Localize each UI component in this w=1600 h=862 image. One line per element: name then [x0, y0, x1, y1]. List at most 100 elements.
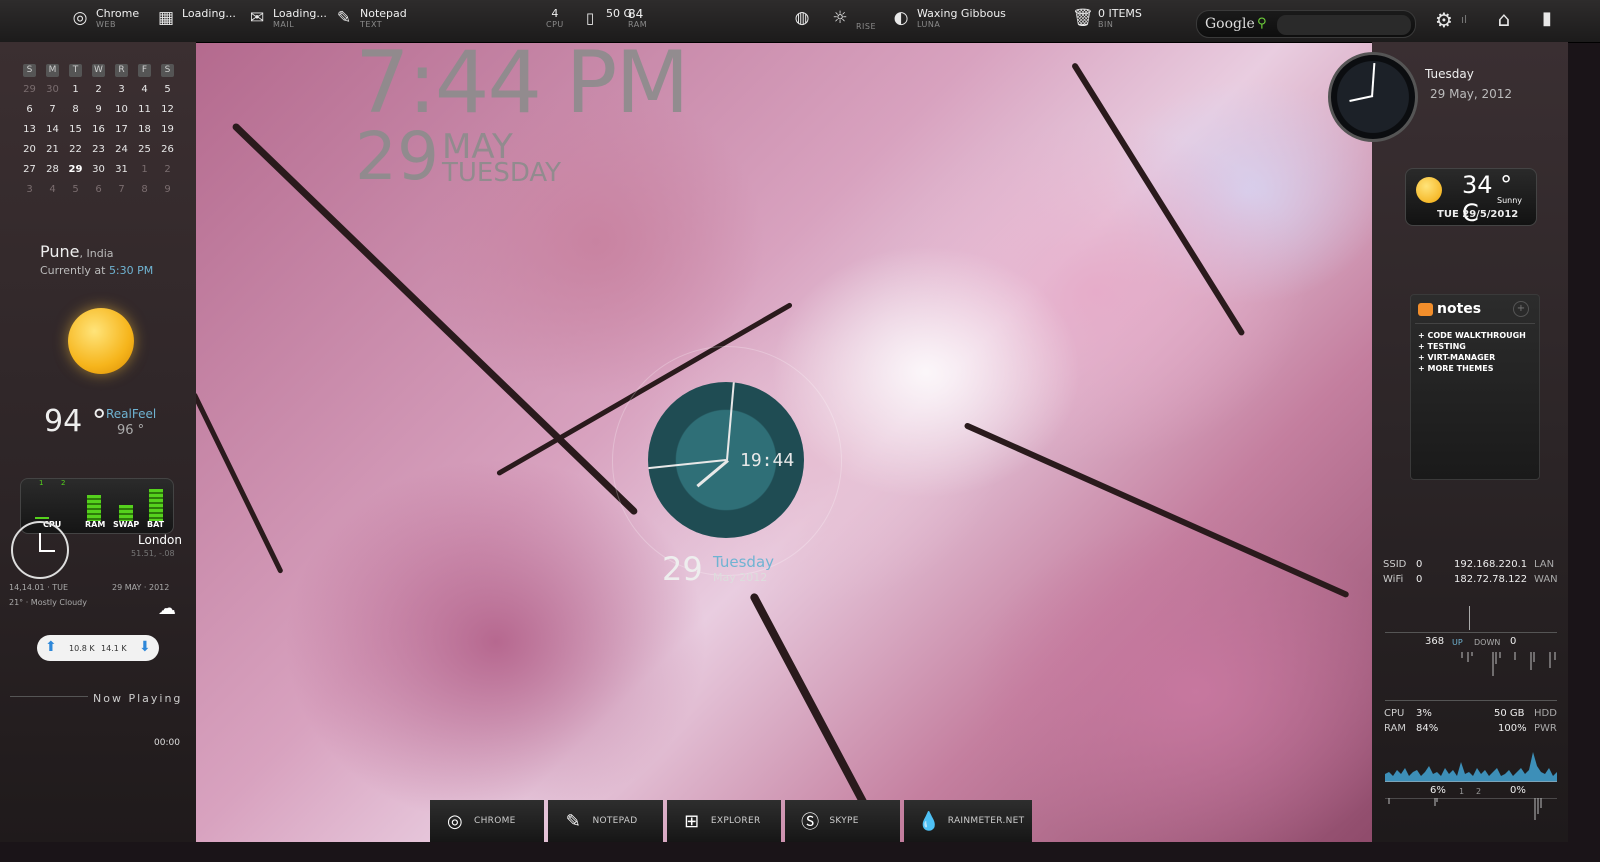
calendar-day[interactable]: 15	[64, 120, 87, 140]
google-search-input[interactable]	[1277, 15, 1411, 35]
dock-item-skype[interactable]: Ⓢ SKYPE	[785, 800, 900, 842]
calendar-day[interactable]: 4	[133, 80, 156, 100]
calendar-week-row: 27 28 29 30 31 1 2	[18, 160, 179, 180]
dock-item-rainmeter-net[interactable]: 💧 RAINMETER.NET	[903, 800, 1032, 842]
sun-icon	[1416, 177, 1442, 203]
dock-item-label: NOTEPAD	[592, 816, 638, 826]
weekday-letter: R	[115, 64, 128, 77]
calendar-launcher[interactable]: ▦ Loading...	[156, 8, 236, 29]
calendar-day[interactable]: 4	[41, 180, 64, 200]
calendar-day[interactable]: 21	[41, 140, 64, 160]
calendar-day[interactable]: 2	[156, 160, 179, 180]
calendar-day[interactable]: 23	[87, 140, 110, 160]
now-playing-label: Now Playing	[93, 692, 183, 705]
calendar-week-row: 3456789	[18, 180, 179, 200]
dock-item-chrome[interactable]: ◎ CHROME	[430, 800, 545, 842]
calendar-day[interactable]: 2	[87, 80, 110, 100]
note-item[interactable]: + TESTING	[1418, 341, 1526, 352]
calendar-day[interactable]: 7	[110, 180, 133, 200]
core-usage-graph	[1385, 798, 1557, 820]
upload-label: UP	[1452, 638, 1463, 647]
cpu-label: CPU	[1384, 708, 1405, 719]
download-arrow-icon: ⬇	[139, 639, 151, 655]
analog-clock	[1328, 52, 1418, 142]
settings-button[interactable]: ⚙ ıl	[1434, 10, 1468, 30]
recycle-bin[interactable]: 🗑 0 ITEMS BIN	[1072, 8, 1142, 30]
notepad-launcher[interactable]: ✎ Notepad TEXT	[334, 8, 407, 30]
calendar-day[interactable]: 8	[133, 180, 156, 200]
google-label: Google	[1205, 16, 1255, 32]
cpu-usage-graph	[1385, 752, 1557, 782]
calendar-day[interactable]: 28	[41, 160, 64, 180]
calendar-day[interactable]: 18	[133, 120, 156, 140]
trash-button[interactable]: ▮	[1537, 9, 1557, 29]
calendar-day[interactable]: 30	[87, 160, 110, 180]
calendar-day[interactable]: 27	[18, 160, 41, 180]
home-icon: ⌂	[1497, 7, 1511, 31]
calendar-week-row: 6 7 8 9 10 11 12	[18, 100, 179, 120]
calendar-day[interactable]: 20	[18, 140, 41, 160]
core2-value: 0%	[1510, 785, 1526, 796]
calendar-day[interactable]: 6	[18, 100, 41, 120]
notes-logo-icon	[1418, 303, 1433, 316]
temperature: 94 °	[44, 404, 107, 439]
calendar-day[interactable]: 29	[18, 80, 41, 100]
dock-item-explorer[interactable]: ⊞ EXPLORER	[666, 800, 782, 842]
note-item[interactable]: + VIRT-MANAGER	[1418, 352, 1526, 363]
notes-title: notes	[1437, 301, 1482, 317]
core2-label-right: 2	[1476, 787, 1482, 796]
london-clock-icon	[11, 521, 69, 579]
calendar-weekday-header: F	[133, 60, 156, 80]
add-note-icon[interactable]: +	[1513, 301, 1529, 317]
calendar-day[interactable]: 11	[133, 100, 156, 120]
rainmeter-icon: 💧	[917, 810, 941, 832]
calendar-day[interactable]: 1	[64, 80, 87, 100]
sunrise-icon: ☼	[832, 8, 848, 28]
big-clock-day: 29	[355, 118, 439, 195]
calendar-day[interactable]: 5	[64, 180, 87, 200]
mail-launcher[interactable]: ✉ Loading... MAIL	[247, 8, 327, 30]
calendar-day[interactable]: 10	[110, 100, 133, 120]
search-icon[interactable]: ⚲	[1257, 16, 1267, 31]
ram-sub: RAM	[628, 20, 648, 29]
wifi-label: WiFi	[1383, 574, 1404, 585]
globe-widget[interactable]: ◍	[792, 8, 812, 28]
home-button[interactable]: ⌂	[1494, 9, 1514, 29]
calendar-day[interactable]: 26	[156, 140, 179, 160]
center-clock-time: 19:44	[740, 450, 795, 471]
calendar-day[interactable]: 16	[87, 120, 110, 140]
windows-icon: ⊞	[684, 810, 700, 832]
download-graph	[1461, 652, 1556, 676]
calendar-day[interactable]: 8	[64, 100, 87, 120]
calendar-day[interactable]: 19	[156, 120, 179, 140]
weekday-letter: S	[23, 64, 36, 77]
calendar-day[interactable]: 9	[156, 180, 179, 200]
calendar-day[interactable]: 25	[133, 140, 156, 160]
weekday-letter: M	[46, 64, 59, 77]
calendar-day[interactable]: 13	[18, 120, 41, 140]
globe-icon: ◍	[794, 8, 810, 28]
dock-item-notepad[interactable]: ✎ NOTEPAD	[548, 800, 663, 842]
calendar-day[interactable]: 5	[156, 80, 179, 100]
calendar-day[interactable]: 3	[110, 80, 133, 100]
calendar-day[interactable]: 24	[110, 140, 133, 160]
calendar-day[interactable]: 17	[110, 120, 133, 140]
calendar-day[interactable]: 12	[156, 100, 179, 120]
calendar-day[interactable]: 22	[64, 140, 87, 160]
calendar-day[interactable]: 6	[87, 180, 110, 200]
calendar-day[interactable]: 31	[110, 160, 133, 180]
calendar-day[interactable]: 30	[41, 80, 64, 100]
clock-minute-hand	[39, 550, 55, 552]
note-item[interactable]: + CODE WALKTHROUGH	[1418, 330, 1526, 341]
right-clock-weekday: Tuesday	[1425, 67, 1474, 81]
calendar-widget: SMTWRFS 29 30 1 2 3 4 5 6 7 8 9 10 11 12 13 14 15 16 17 18 1…	[18, 60, 179, 200]
calendar-day-today[interactable]: 29	[64, 160, 87, 180]
calendar-day[interactable]: 7	[41, 100, 64, 120]
calendar-day[interactable]: 3	[18, 180, 41, 200]
notepad-label: Notepad	[360, 7, 407, 20]
chrome-launcher[interactable]: ◎ Chrome WEB	[70, 8, 140, 30]
calendar-day[interactable]: 14	[41, 120, 64, 140]
calendar-day[interactable]: 1	[133, 160, 156, 180]
calendar-day[interactable]: 9	[87, 100, 110, 120]
note-item[interactable]: + MORE THEMES	[1418, 363, 1526, 374]
